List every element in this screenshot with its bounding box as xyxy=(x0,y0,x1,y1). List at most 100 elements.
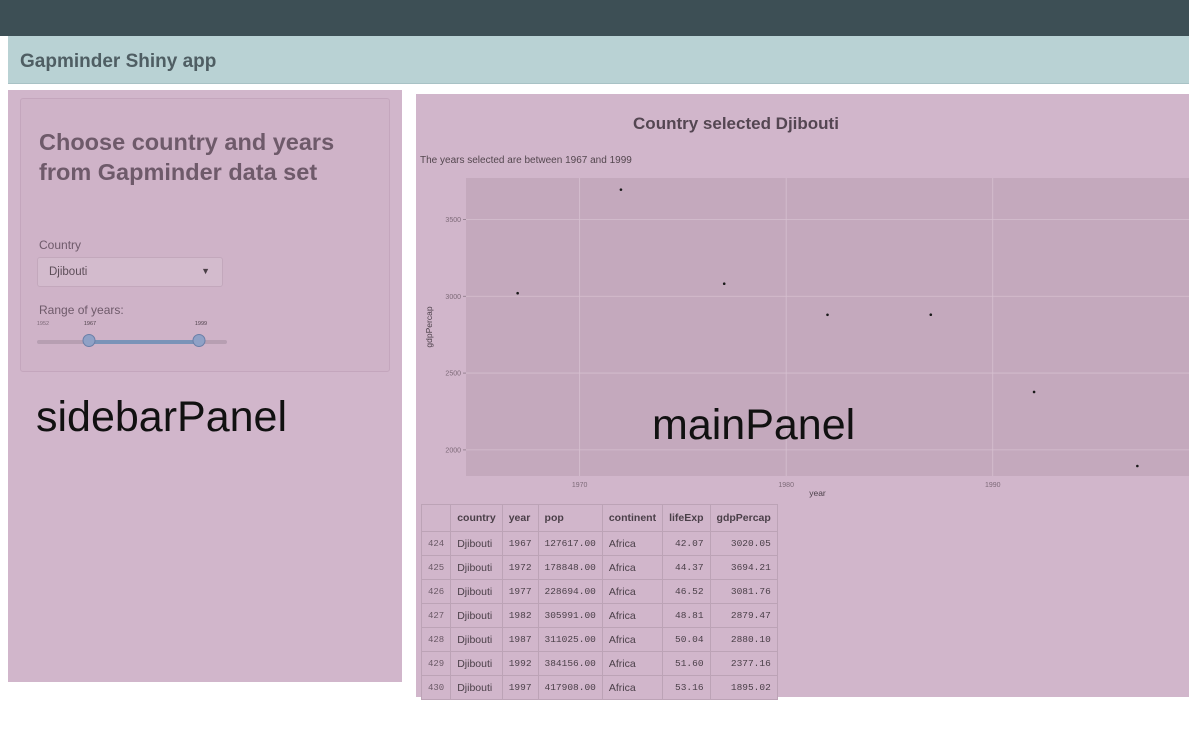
table-row: 429 Djibouti 1992 384156.00 Africa 51.60 2377.… xyxy=(420,651,778,676)
lifeexp-cell: 48.81 xyxy=(662,603,711,628)
column-header[interactable]: lifeExp xyxy=(662,504,711,532)
lifeexp-cell: 50.04 xyxy=(662,627,711,652)
table-row: 427 Djibouti 1982 305991.00 Africa 48.81 2879.… xyxy=(420,603,778,628)
gdppercap-cell: 2880.10 xyxy=(709,627,778,652)
year-cell: 1992 xyxy=(501,651,539,676)
country-label: Country xyxy=(39,238,82,252)
year-cell: 1972 xyxy=(501,555,539,580)
year-cell: 1982 xyxy=(501,603,539,628)
lifeexp-cell: 46.52 xyxy=(662,579,711,604)
year-cell: 1997 xyxy=(501,675,539,700)
top-navbar xyxy=(0,0,1189,36)
table-header-row: country year pop continent lifeExp gdpPercap xyxy=(420,504,778,532)
title-panel: Gapminder Shiny app xyxy=(8,36,1189,84)
main-panel: Country selected Djibouti The years sele… xyxy=(416,94,1189,700)
country-select-value: Djibouti xyxy=(49,266,88,278)
column-header[interactable]: country xyxy=(450,504,503,532)
x-tick-label: 1970 xyxy=(572,482,588,489)
range-label: Range of years: xyxy=(39,303,124,317)
pop-cell: 127617.00 xyxy=(537,531,603,556)
continent-cell: Africa xyxy=(601,627,664,652)
slider-selected-range xyxy=(88,340,200,344)
table-row: 424 Djibouti 1967 127617.00 Africa 42.07 3020.… xyxy=(420,531,778,556)
gdppercap-cell: 3694.21 xyxy=(709,555,778,580)
gdppercap-cell: 1895.02 xyxy=(709,675,778,700)
gdppercap-cell: 2377.16 xyxy=(709,651,778,676)
row-number-cell: 429 xyxy=(420,651,452,676)
column-header[interactable]: gdpPercap xyxy=(709,504,778,532)
chevron-down-icon: ▼ xyxy=(201,266,210,276)
gdppercap-cell: 2879.47 xyxy=(709,603,778,628)
gdppercap-cell: 3020.05 xyxy=(709,531,778,556)
app-title: Gapminder Shiny app xyxy=(20,51,217,72)
row-number-cell: 427 xyxy=(420,603,452,628)
continent-cell: Africa xyxy=(601,603,664,628)
table-row: 428 Djibouti 1987 311025.00 Africa 50.04 2880.… xyxy=(420,627,778,652)
year-cell: 1967 xyxy=(501,531,539,556)
slider-to-label: 1999 xyxy=(194,321,208,327)
data-point xyxy=(516,291,519,295)
column-header[interactable]: year xyxy=(501,504,539,532)
slider-handle-from[interactable] xyxy=(82,334,96,347)
row-number-cell: 430 xyxy=(420,675,452,700)
x-tick-label: 1980 xyxy=(778,482,794,489)
y-tick-label: 2000 xyxy=(445,447,461,454)
year-range-slider[interactable]: 1952 1967 1999 xyxy=(37,321,227,355)
continent-cell: Africa xyxy=(601,531,664,556)
slider-handle-to[interactable] xyxy=(192,334,206,347)
y-axis-label: gdpPercap xyxy=(424,306,434,347)
y-tick-label: 3500 xyxy=(445,217,461,224)
column-header[interactable]: pop xyxy=(537,504,603,532)
x-tick-label: 1990 xyxy=(985,482,1001,489)
pop-cell: 417908.00 xyxy=(537,675,603,700)
data-table: country year pop continent lifeExp gdpPercap … xyxy=(420,504,778,700)
row-number-cell: 428 xyxy=(420,627,452,652)
data-point xyxy=(929,313,933,316)
lifeexp-cell: 44.37 xyxy=(662,555,711,580)
country-cell: Djibouti xyxy=(450,675,503,700)
row-number-cell: 425 xyxy=(420,555,452,580)
sidebar-panel: Choose country and years from Gapminder … xyxy=(8,90,402,682)
lifeexp-cell: 51.60 xyxy=(662,651,711,676)
pop-cell: 178848.00 xyxy=(537,555,603,580)
country-cell: Djibouti xyxy=(450,627,503,652)
sidebar-panel-label: sidebarPanel xyxy=(36,393,288,441)
continent-cell: Africa xyxy=(601,651,664,676)
lifeexp-cell: 53.16 xyxy=(662,675,711,700)
country-cell: Djibouti xyxy=(450,579,503,604)
country-select[interactable]: Djibouti ▼ xyxy=(37,257,223,287)
country-cell: Djibouti xyxy=(450,651,503,676)
table-body: 424 Djibouti 1967 127617.00 Africa 42.07 3020.… xyxy=(420,531,778,700)
year-cell: 1977 xyxy=(501,579,539,604)
row-number-cell: 426 xyxy=(420,579,452,604)
table-row: 425 Djibouti 1972 178848.00 Africa 44.37 3694.… xyxy=(420,555,778,580)
row-number-cell: 424 xyxy=(420,531,452,556)
y-tick-label: 3000 xyxy=(445,294,461,301)
pop-cell: 384156.00 xyxy=(537,651,603,676)
country-cell: Djibouti xyxy=(450,603,503,628)
continent-cell: Africa xyxy=(601,555,664,580)
sidebar-heading: Choose country and years from Gapminder … xyxy=(39,129,335,185)
data-point xyxy=(722,282,726,286)
column-header[interactable] xyxy=(420,504,452,532)
continent-cell: Africa xyxy=(601,675,664,700)
country-cell: Djibouti xyxy=(450,555,503,580)
year-cell: 1987 xyxy=(501,627,539,652)
data-point xyxy=(1136,464,1139,468)
gdppercap-cell: 3081.76 xyxy=(709,579,778,604)
pop-cell: 305991.00 xyxy=(537,603,603,628)
data-point xyxy=(1032,390,1036,394)
lifeexp-cell: 42.07 xyxy=(662,531,711,556)
table-row: 430 Djibouti 1997 417908.00 Africa 53.16 1895.… xyxy=(420,675,778,700)
y-tick-label: 2500 xyxy=(445,371,461,378)
column-header[interactable]: continent xyxy=(601,504,664,532)
slider-min-label: 1952 xyxy=(36,321,50,327)
main-panel-label: mainPanel xyxy=(652,401,856,449)
x-axis-label: year xyxy=(809,488,826,498)
continent-cell: Africa xyxy=(601,579,664,604)
data-point xyxy=(826,313,829,317)
country-cell: Djibouti xyxy=(450,531,503,556)
table-row: 426 Djibouti 1977 228694.00 Africa 46.52 3081.… xyxy=(420,579,778,604)
pop-cell: 228694.00 xyxy=(537,579,603,604)
slider-from-label: 1967 xyxy=(83,321,97,327)
